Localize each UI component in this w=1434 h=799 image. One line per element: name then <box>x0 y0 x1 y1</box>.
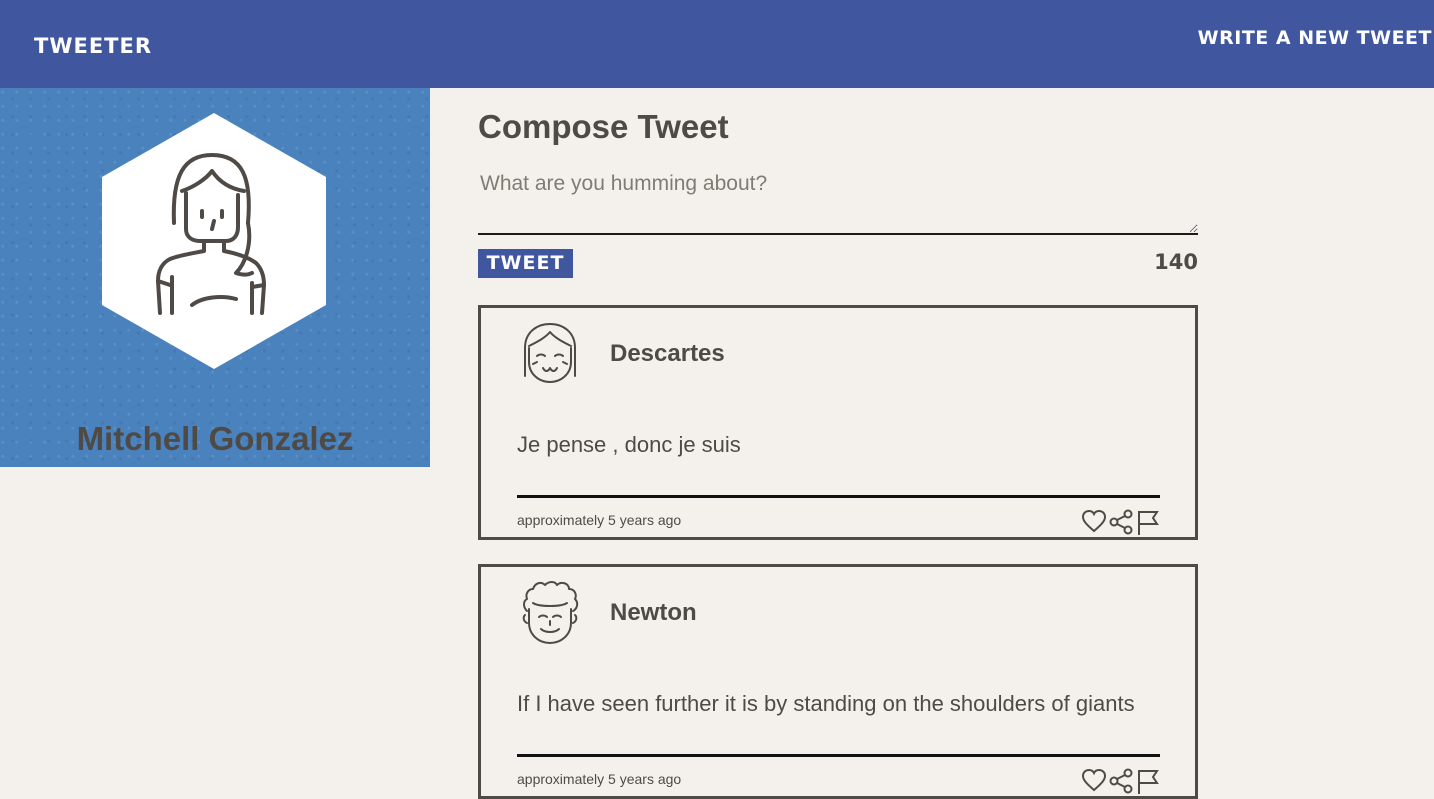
tweet-divider <box>517 754 1160 757</box>
share-icon[interactable] <box>1108 509 1134 535</box>
woman-avatar-icon <box>102 113 326 369</box>
tweet-avatar <box>519 320 581 386</box>
brand-logo[interactable]: Tweeter <box>34 34 152 58</box>
share-icon[interactable] <box>1108 768 1134 794</box>
tweet-author: Descartes <box>610 340 725 367</box>
profile-avatar <box>102 113 326 369</box>
compose-title: Compose Tweet <box>478 108 729 145</box>
curly-hair-avatar-icon <box>522 581 579 644</box>
tweet-timestamp: approximately 5 years ago <box>517 771 682 787</box>
tweet-text: If I have seen further it is by standing… <box>517 691 1135 716</box>
tweet-text: Je pense , donc je suis <box>517 432 741 457</box>
tweet-avatar <box>519 579 581 645</box>
tweet-timestamp: approximately 5 years ago <box>517 512 682 528</box>
flag-icon[interactable] <box>1135 509 1161 535</box>
tweet-card: Descartes Je pense , donc je suis approx… <box>478 305 1198 540</box>
flag-icon[interactable] <box>1135 768 1161 794</box>
tweet-card: Newton If I have seen further it is by s… <box>478 564 1198 799</box>
heart-icon[interactable] <box>1081 509 1107 535</box>
top-nav: Tweeter Write a new tweet <box>0 0 1434 88</box>
char-counter: 140 <box>1154 250 1198 274</box>
tweet-input[interactable] <box>478 172 1198 235</box>
heart-icon[interactable] <box>1081 768 1107 794</box>
profile-name: Mitchell Gonzalez <box>76 420 354 457</box>
tweet-author: Newton <box>610 599 697 626</box>
tweet-actions <box>1081 768 1161 794</box>
write-new-tweet-link[interactable]: Write a new tweet <box>1198 27 1432 49</box>
tweet-button[interactable]: Tweet <box>478 249 573 278</box>
tweet-actions <box>1081 509 1161 535</box>
girl-avatar-icon <box>524 323 576 383</box>
tweet-divider <box>517 495 1160 498</box>
profile-banner: Mitchell Gonzalez <box>0 88 430 467</box>
